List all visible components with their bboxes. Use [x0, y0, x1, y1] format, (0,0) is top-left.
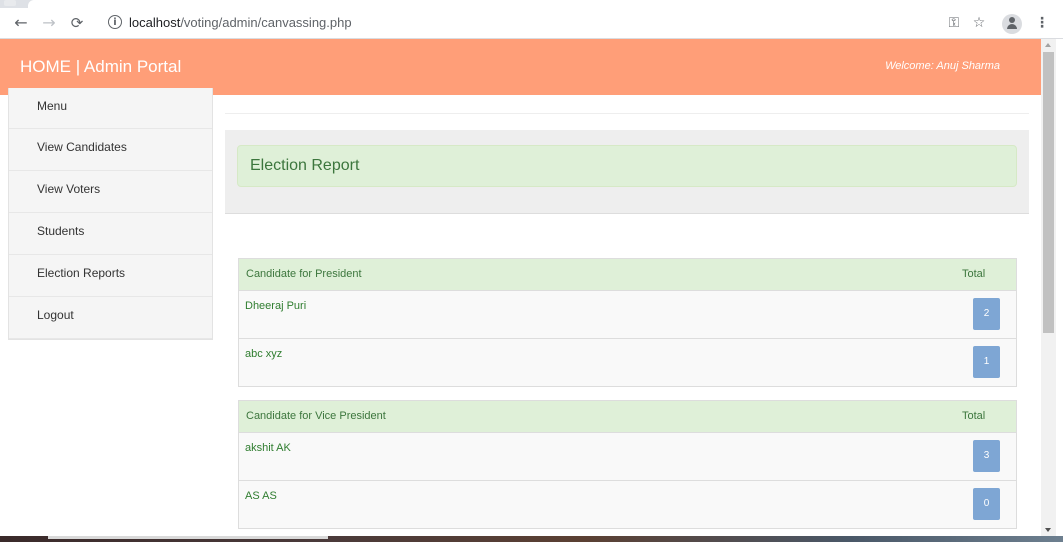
- report-panel: Election Report: [225, 130, 1029, 214]
- president-table: Candidate for President Total Dheeraj Pu…: [238, 258, 1017, 387]
- brand-link[interactable]: HOME | Admin Portal: [20, 57, 181, 77]
- url-host: localhost: [129, 15, 181, 30]
- top-navbar: HOME | Admin Portal Welcome: Anuj Sharma: [0, 39, 1041, 95]
- column-header-candidate: Candidate for Vice President: [246, 410, 386, 422]
- table-row: akshit AK 3: [239, 433, 1016, 481]
- table-row: abc xyz 1: [239, 339, 1016, 386]
- tab-favicon: [4, 0, 16, 6]
- page-scrollbar[interactable]: [1041, 39, 1056, 536]
- sidebar-item-logout[interactable]: Logout: [9, 297, 212, 339]
- sidebar-item-view-candidates[interactable]: View Candidates: [9, 129, 212, 171]
- vote-count-badge: 3: [973, 440, 1000, 472]
- vote-count-badge: 0: [973, 488, 1000, 520]
- browser-toolbar: ← → ⟳ i localhost/voting/admin/canvassin…: [0, 8, 1063, 39]
- table-header: Candidate for President Total: [239, 259, 1016, 291]
- page-viewport: HOME | Admin Portal Welcome: Anuj Sharma…: [0, 39, 1041, 536]
- url-path: /voting/admin/canvassing.php: [180, 15, 352, 30]
- table-row: Dheeraj Puri 2: [239, 291, 1016, 339]
- column-header-total: Total: [962, 268, 986, 280]
- os-taskbar: [0, 536, 1063, 542]
- vote-count-badge: 1: [973, 346, 1000, 378]
- sidebar-item-menu[interactable]: Menu: [9, 88, 212, 129]
- back-arrow-icon[interactable]: ←: [10, 12, 32, 34]
- candidate-name: akshit AK: [245, 442, 291, 454]
- scrollbar-thumb[interactable]: [1043, 52, 1054, 333]
- info-icon[interactable]: i: [108, 15, 122, 29]
- more-vert-icon[interactable]: ⋮: [1032, 13, 1052, 33]
- candidate-name: Dheeraj Puri: [245, 300, 307, 312]
- taskbar-segment: [48, 536, 328, 539]
- star-icon[interactable]: ☆: [969, 13, 989, 33]
- reload-icon[interactable]: ⟳: [66, 12, 88, 34]
- sidebar-item-election-reports[interactable]: Election Reports: [9, 255, 212, 297]
- scroll-up-arrow-icon[interactable]: [1045, 43, 1051, 47]
- divider: [225, 113, 1029, 114]
- candidate-name: abc xyz: [245, 348, 283, 360]
- key-icon[interactable]: ⚿: [944, 13, 964, 33]
- browser-tab[interactable]: [28, 0, 1063, 8]
- profile-icon[interactable]: [1002, 14, 1022, 34]
- window-edge: [1056, 39, 1063, 536]
- url-text[interactable]: localhost/voting/admin/canvassing.php: [129, 15, 352, 30]
- candidate-name: AS AS: [245, 490, 277, 502]
- vote-count-badge: 2: [973, 298, 1000, 330]
- column-header-candidate: Candidate for President: [246, 268, 362, 280]
- column-header-total: Total: [962, 410, 986, 422]
- welcome-text: Welcome: Anuj Sharma: [885, 60, 1000, 72]
- table-row: AS AS 0: [239, 481, 1016, 528]
- table-header: Candidate for Vice President Total: [239, 401, 1016, 433]
- vice-president-table: Candidate for Vice President Total akshi…: [238, 400, 1017, 529]
- sidebar-item-view-voters[interactable]: View Voters: [9, 171, 212, 213]
- address-bar[interactable]: i localhost/voting/admin/canvassing.php: [96, 11, 934, 35]
- page-title: Election Report: [237, 145, 1017, 187]
- forward-arrow-icon[interactable]: →: [38, 12, 60, 34]
- sidebar: Menu View Candidates View Voters Student…: [8, 88, 213, 340]
- sidebar-item-students[interactable]: Students: [9, 213, 212, 255]
- scroll-down-arrow-icon[interactable]: [1045, 528, 1051, 532]
- tab-strip: [0, 0, 1063, 8]
